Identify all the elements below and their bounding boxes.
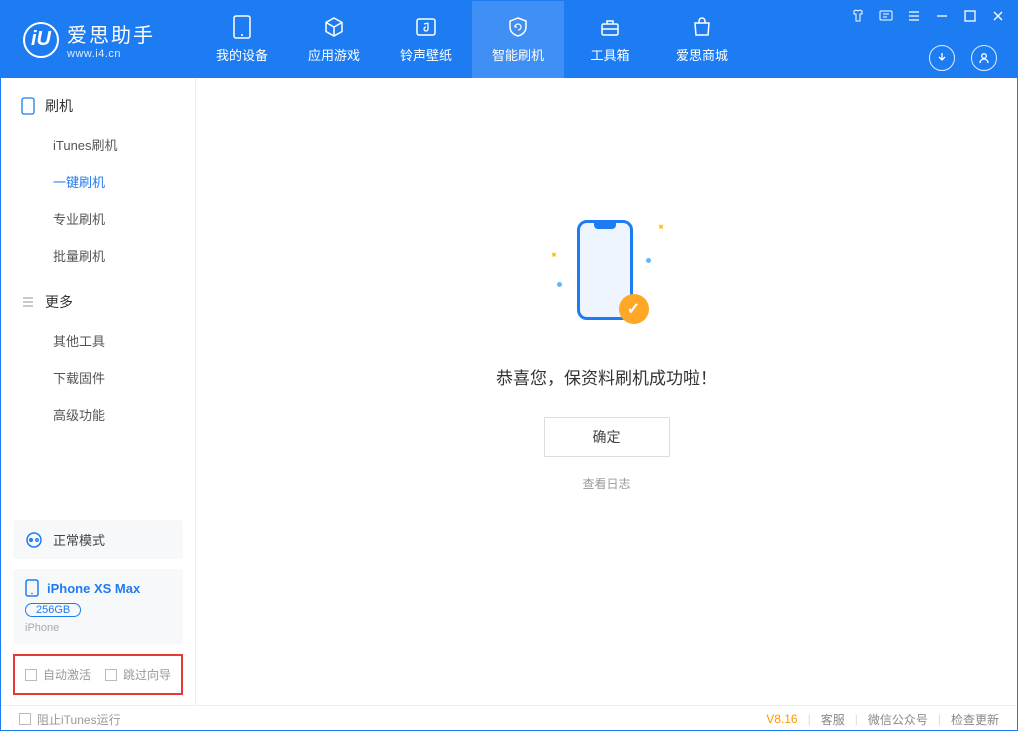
success-message: 恭喜您，保资料刷机成功啦！ bbox=[496, 364, 717, 389]
user-icon[interactable] bbox=[971, 45, 997, 71]
sidebar-section-more: 更多 bbox=[1, 292, 195, 314]
device-name: iPhone XS Max bbox=[47, 581, 140, 596]
sidebar: 刷机 iTunes刷机 一键刷机 专业刷机 批量刷机 更多 其他工具 下载固件 … bbox=[1, 78, 196, 705]
phone-small-icon bbox=[25, 579, 39, 597]
download-icon[interactable] bbox=[929, 45, 955, 71]
toolbox-icon bbox=[598, 15, 622, 39]
checkbox-auto-activate[interactable]: 自动激活 bbox=[25, 666, 91, 683]
sidebar-item-onekey-flash[interactable]: 一键刷机 bbox=[1, 163, 195, 200]
device-card[interactable]: iPhone XS Max 256GB iPhone bbox=[13, 569, 183, 644]
checkbox-icon bbox=[25, 669, 37, 681]
bag-icon bbox=[690, 15, 714, 39]
phone-outline-icon bbox=[21, 97, 35, 115]
footer-bar: 阻止iTunes运行 V8.16 | 客服 | 微信公众号 | 检查更新 bbox=[1, 705, 1017, 732]
checkbox-block-itunes[interactable]: 阻止iTunes运行 bbox=[19, 711, 121, 728]
music-folder-icon bbox=[414, 15, 438, 39]
shield-refresh-icon bbox=[506, 15, 530, 39]
device-mode-status[interactable]: 正常模式 bbox=[13, 520, 183, 559]
flash-options-highlight: 自动激活 跳过向导 bbox=[13, 654, 183, 695]
device-type: iPhone bbox=[25, 622, 171, 634]
tshirt-icon[interactable] bbox=[851, 9, 865, 23]
sidebar-item-download-firmware[interactable]: 下载固件 bbox=[1, 359, 195, 396]
nav-tab-apps[interactable]: 应用游戏 bbox=[288, 1, 380, 78]
app-title: 爱思助手 bbox=[67, 19, 155, 48]
device-capacity: 256GB bbox=[25, 603, 81, 617]
header-bar: iU 爱思助手 www.i4.cn 我的设备 应用游戏 铃声壁纸 智能刷机 工具… bbox=[1, 1, 1017, 78]
sidebar-item-advanced[interactable]: 高级功能 bbox=[1, 396, 195, 433]
window-controls bbox=[851, 9, 1005, 23]
close-icon[interactable] bbox=[991, 9, 1005, 23]
checkbox-skip-guide[interactable]: 跳过向导 bbox=[105, 666, 171, 683]
sidebar-item-pro-flash[interactable]: 专业刷机 bbox=[1, 200, 195, 237]
cube-icon bbox=[322, 15, 346, 39]
sidebar-item-batch-flash[interactable]: 批量刷机 bbox=[1, 237, 195, 274]
nav-tabs: 我的设备 应用游戏 铃声壁纸 智能刷机 工具箱 爱思商城 bbox=[196, 1, 748, 78]
feedback-icon[interactable] bbox=[879, 9, 893, 23]
success-illustration: ✦ ✦ ✓ bbox=[547, 212, 667, 342]
nav-label: 铃声壁纸 bbox=[400, 45, 452, 64]
checkbox-icon bbox=[19, 713, 31, 725]
confirm-button[interactable]: 确定 bbox=[544, 417, 670, 457]
check-badge-icon: ✓ bbox=[619, 294, 649, 324]
list-icon bbox=[21, 295, 35, 309]
phone-icon bbox=[230, 15, 254, 39]
nav-tab-device[interactable]: 我的设备 bbox=[196, 1, 288, 78]
menu-icon[interactable] bbox=[907, 9, 921, 23]
mode-icon bbox=[25, 531, 43, 549]
nav-tab-ringtones[interactable]: 铃声壁纸 bbox=[380, 1, 472, 78]
nav-tab-flash[interactable]: 智能刷机 bbox=[472, 1, 564, 78]
sidebar-section-flash: 刷机 bbox=[1, 96, 195, 118]
app-logo: iU 爱思助手 www.i4.cn bbox=[1, 19, 196, 60]
footer-link-wechat[interactable]: 微信公众号 bbox=[868, 711, 928, 728]
nav-tab-toolbox[interactable]: 工具箱 bbox=[564, 1, 656, 78]
nav-label: 应用游戏 bbox=[308, 45, 360, 64]
main-content: ✦ ✦ ✓ 恭喜您，保资料刷机成功啦！ 确定 查看日志 bbox=[196, 78, 1017, 705]
logo-icon: iU bbox=[23, 22, 59, 58]
view-log-link[interactable]: 查看日志 bbox=[582, 475, 630, 492]
nav-tab-store[interactable]: 爱思商城 bbox=[656, 1, 748, 78]
checkbox-icon bbox=[105, 669, 117, 681]
nav-label: 爱思商城 bbox=[676, 45, 728, 64]
footer-link-service[interactable]: 客服 bbox=[821, 711, 845, 728]
sidebar-item-other-tools[interactable]: 其他工具 bbox=[1, 322, 195, 359]
sidebar-item-itunes-flash[interactable]: iTunes刷机 bbox=[1, 126, 195, 163]
nav-label: 我的设备 bbox=[216, 45, 268, 64]
nav-label: 工具箱 bbox=[590, 45, 629, 64]
maximize-icon[interactable] bbox=[963, 9, 977, 23]
footer-link-update[interactable]: 检查更新 bbox=[951, 711, 999, 728]
app-url: www.i4.cn bbox=[67, 48, 155, 60]
version-label: V8.16 bbox=[766, 712, 797, 726]
minimize-icon[interactable] bbox=[935, 9, 949, 23]
nav-label: 智能刷机 bbox=[492, 45, 544, 64]
